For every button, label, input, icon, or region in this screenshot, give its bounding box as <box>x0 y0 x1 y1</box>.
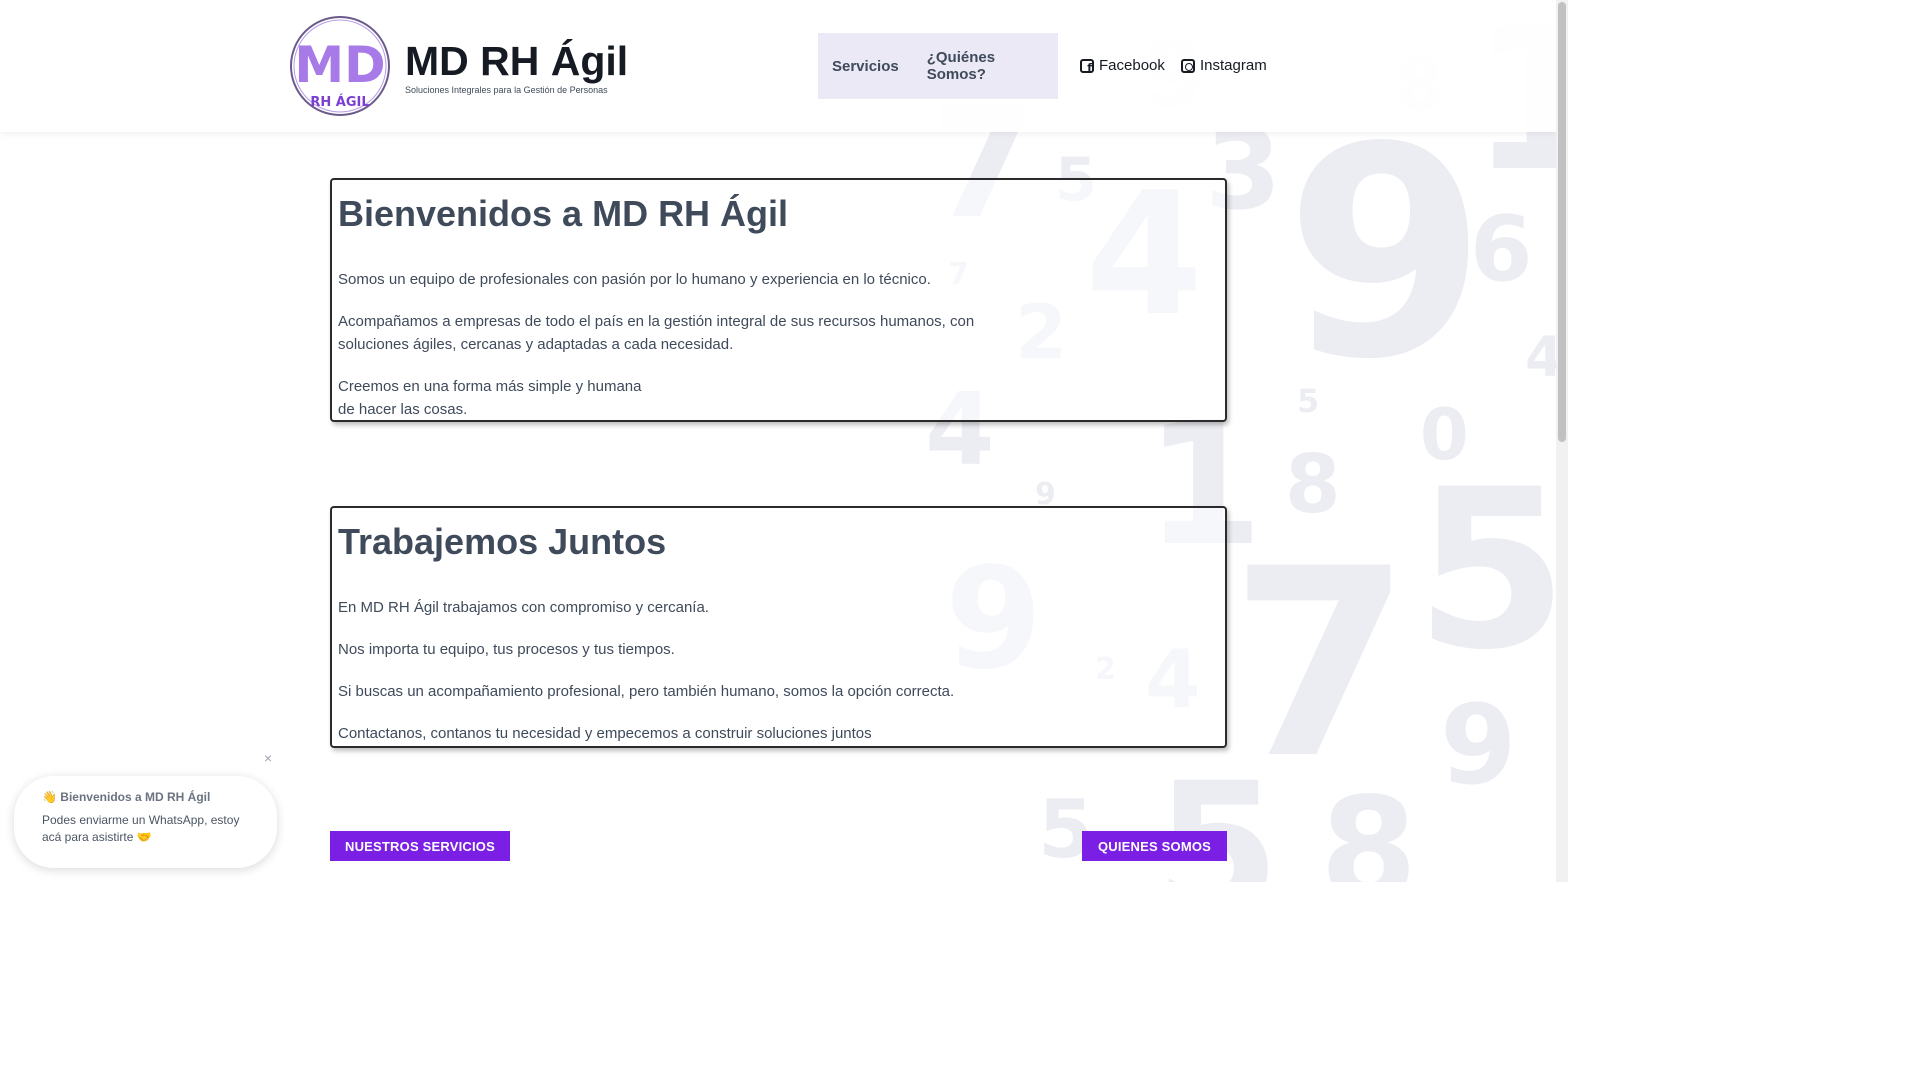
work-together-heading: Trabajemos Juntos <box>338 521 667 562</box>
work-together-card: Trabajemos Juntos En MD RH Ágil trabajam… <box>330 506 1227 748</box>
nuestros-servicios-button[interactable]: NUESTROS SERVICIOS <box>330 831 510 861</box>
chat-close-icon[interactable]: × <box>264 750 272 766</box>
welcome-card: Bienvenidos a MD RH Ágil Somos un equipo… <box>330 178 1227 422</box>
facebook-icon <box>1080 58 1094 74</box>
scrollbar-thumb[interactable] <box>1558 2 1566 442</box>
welcome-paragraph-3-line-2: de hacer las cosas. <box>338 400 468 418</box>
site-tagline: Soluciones Integrales para la Gestión de… <box>405 85 608 95</box>
logo-monogram: MD <box>294 36 385 94</box>
welcome-paragraph-3-line-1: Creemos en una forma más simple y humana <box>338 377 642 395</box>
nav-item-quienes-somos[interactable]: ¿Quiénes Somos? <box>913 49 1058 83</box>
chat-title-text: Bienvenidos a MD RH Ágil <box>60 790 211 804</box>
welcome-heading: Bienvenidos a MD RH Ágil <box>338 193 789 234</box>
md-rh-agil-logo[interactable]: MD RH ÁGIL <box>288 14 392 118</box>
quienes-somos-button[interactable]: QUIENES SOMOS <box>1082 831 1227 861</box>
site-header: MD RH ÁGIL MD RH Ágil Soluciones Integra… <box>0 0 1556 132</box>
whatsapp-chat-bubble[interactable]: 👋 Bienvenidos a MD RH Ágil Podes enviarm… <box>14 776 277 868</box>
instagram-icon <box>1181 58 1195 73</box>
chat-title: 👋 Bienvenidos a MD RH Ágil <box>42 790 277 804</box>
chat-message: Podes enviarme un WhatsApp, estoy acá pa… <box>42 812 242 846</box>
instagram-link[interactable]: Instagram <box>1181 57 1267 74</box>
page-scrollbar[interactable] <box>1556 0 1568 882</box>
facebook-link[interactable]: Facebook <box>1080 57 1165 74</box>
welcome-paragraph-1: Somos un equipo de profesionales con pas… <box>338 270 931 288</box>
instagram-label: Instagram <box>1200 57 1267 74</box>
facebook-label: Facebook <box>1099 57 1165 74</box>
welcome-paragraph-2-line-1: Acompañamos a empresas de todo el país e… <box>338 312 975 330</box>
welcome-paragraph-2: Acompañamos a empresas de todo el país e… <box>338 310 1219 356</box>
main-nav: Servicios ¿Quiénes Somos? <box>818 33 1058 99</box>
work-together-paragraph-3: Si buscas un acompañamiento profesional,… <box>338 682 955 700</box>
waving-hand-icon: 👋 <box>42 790 57 804</box>
work-together-paragraph-2: Nos importa tu equipo, tus procesos y tu… <box>338 640 675 658</box>
site-title[interactable]: MD RH Ágil <box>405 38 628 85</box>
work-together-paragraph-1: En MD RH Ágil trabajamos con compromiso … <box>338 598 709 616</box>
welcome-paragraph-3: Creemos en una forma más simple y humana… <box>338 375 1219 421</box>
handshake-icon: 🤝 <box>136 830 152 844</box>
work-together-paragraph-4: Contactanos, contanos tu necesidad y emp… <box>338 724 872 742</box>
logo-subtext: RH ÁGIL <box>310 94 369 110</box>
background-digits-decoration: 1 8 9 7 3 9 5 4 6 7 2 4 5 4 0 1 8 9 5 9 … <box>925 0 1568 882</box>
welcome-paragraph-2-line-2: soluciones ágiles, cercanas y adaptadas … <box>338 335 734 353</box>
nav-item-servicios[interactable]: Servicios <box>818 58 913 75</box>
